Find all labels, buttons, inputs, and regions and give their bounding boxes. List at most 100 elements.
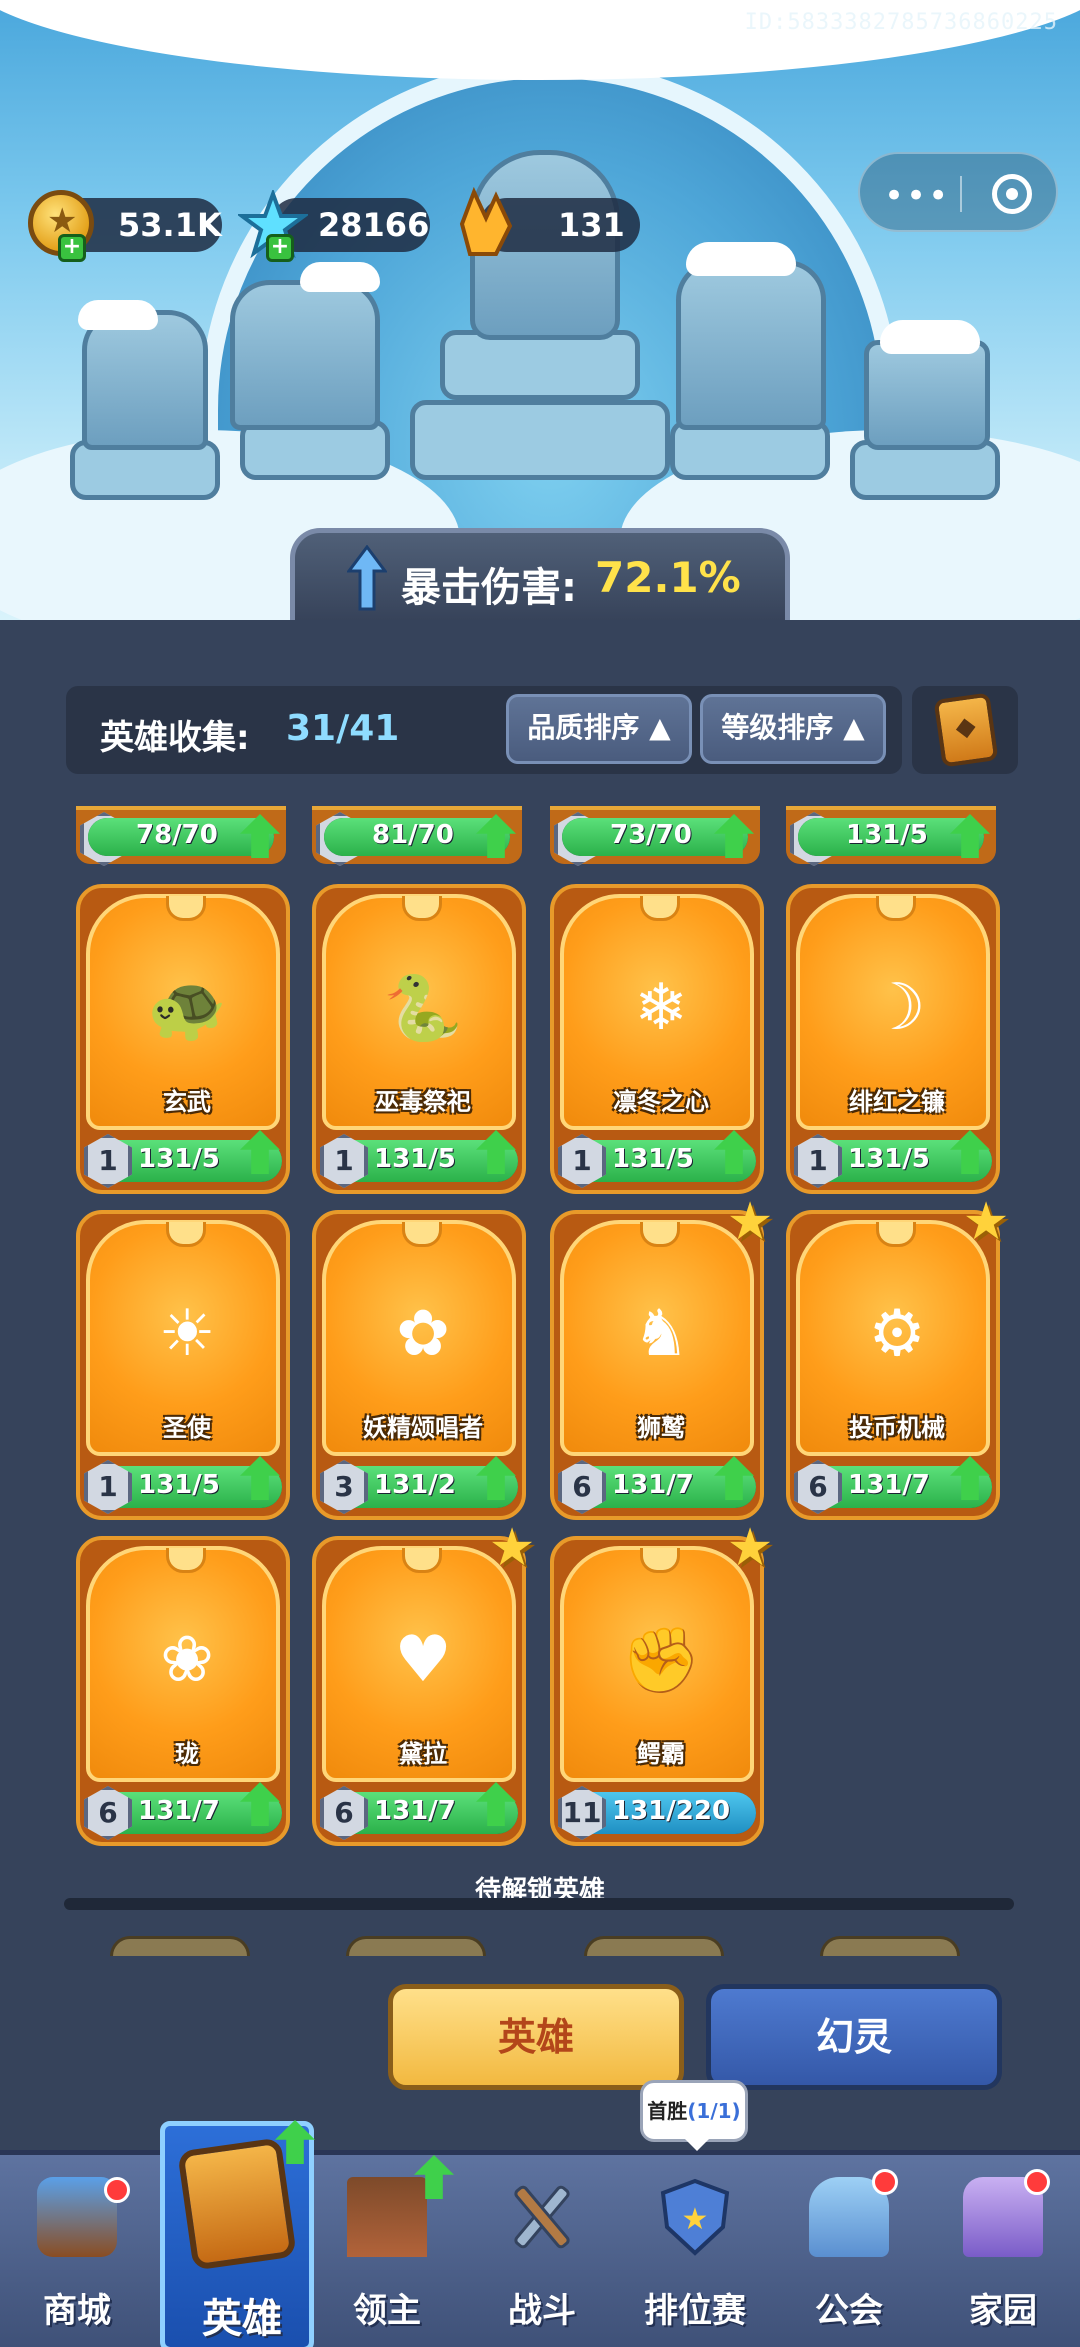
hero-art-icon: ❀	[160, 1623, 214, 1697]
notification-dot	[1024, 2169, 1050, 2195]
sort-quality-button[interactable]: 品质排序 ▲	[506, 694, 692, 764]
progress-text: 131/5	[138, 1470, 220, 1500]
locked-hero-card[interactable]	[346, 1936, 486, 1956]
hero-card[interactable]: ❀ 珑 131/7 6	[76, 1536, 290, 1846]
mini-program-capsule: •••	[858, 152, 1058, 232]
hero-card[interactable]: ✊ 鳄霸 131/220 11 ★	[550, 1520, 773, 1846]
first-win-tooltip: 首胜(1/1)	[640, 2080, 748, 2151]
add-gold-icon[interactable]: +	[58, 234, 86, 262]
nav-ranked[interactable]: ★ 排位赛	[618, 2155, 772, 2347]
hero-name: 凛冬之心	[613, 1088, 709, 1116]
star-icon: ★	[726, 1518, 774, 1578]
progress-text: 131/5	[846, 820, 928, 850]
progress-text: 131/220	[612, 1796, 731, 1826]
hero-tab-button[interactable]: 英雄	[388, 1984, 684, 2090]
progress-text: 78/70	[136, 820, 218, 850]
hero-card[interactable]: ✿ 妖精颂唱者 131/2 3	[312, 1210, 526, 1520]
crystal-value: 131	[558, 206, 625, 244]
svg-text:★: ★	[682, 2202, 709, 2237]
player-id: ID:5833382785736860225	[744, 10, 1058, 35]
hero-art-icon: ♞	[632, 1297, 690, 1371]
partial-hero-card[interactable]: 673/70	[550, 806, 760, 866]
hero-art-icon: ♥	[394, 1623, 452, 1697]
close-target-icon[interactable]	[992, 174, 1032, 214]
phantom-tab-button[interactable]: 幻灵	[706, 1984, 1002, 2090]
hero-card[interactable]: ⚙ 投币机械 131/7 6 ★	[786, 1194, 1009, 1520]
hero-card[interactable]: 🐍 巫毒祭祀 131/5 1	[312, 884, 526, 1194]
collection-count: 31/41	[286, 708, 400, 749]
partial-hero-card[interactable]: 1131/5	[786, 806, 996, 866]
star-icon: ★	[962, 1192, 1010, 1252]
snow-cap	[880, 320, 980, 354]
progress-text: 131/5	[138, 1144, 220, 1174]
snow-cap	[300, 262, 380, 292]
hero-card[interactable]: ☽ 绯红之镰 131/5 1	[786, 884, 1000, 1194]
card-icon	[933, 692, 999, 768]
notification-dot	[104, 2177, 130, 2203]
progress-text: 73/70	[610, 820, 692, 850]
nav-label: 战斗	[508, 2291, 576, 2331]
hero-portrait: ✊ 鳄霸	[560, 1546, 754, 1782]
nav-guild[interactable]: 公会	[772, 2155, 926, 2347]
hero-name: 黛拉	[399, 1740, 447, 1768]
nav-label: 领主	[353, 2291, 421, 2331]
nav-hero[interactable]: 英雄	[160, 2120, 315, 2347]
locked-hero-card[interactable]	[110, 1936, 250, 1956]
card-book-button[interactable]	[912, 686, 1018, 774]
hero-portrait: ♥ 黛拉	[322, 1546, 516, 1782]
hero-name: 巫毒祭祀	[375, 1088, 471, 1116]
hero-card[interactable]: ♞ 狮鹫 131/7 6 ★	[550, 1194, 773, 1520]
hero-card[interactable]: 🐢 玄武 131/5 1	[76, 884, 290, 1194]
hero-card[interactable]: ❄ 凛冬之心 131/5 1	[550, 884, 764, 1194]
progress-bar: 78/70	[88, 818, 274, 856]
more-options-icon[interactable]: •••	[884, 176, 950, 216]
progress-bar: 73/70	[562, 818, 748, 856]
partial-hero-card[interactable]: 678/70	[76, 806, 286, 866]
hero-portrait: ❄ 凛冬之心	[560, 894, 754, 1130]
pending-divider	[64, 1898, 1014, 1910]
nav-shop[interactable]: 商城	[0, 2155, 154, 2347]
snow-cap	[686, 242, 796, 276]
hero-card[interactable]: ♥ 黛拉 131/7 6 ★	[312, 1520, 535, 1846]
hero-name: 投币机械	[849, 1414, 945, 1442]
snow-cap	[78, 300, 158, 330]
locked-hero-card[interactable]	[584, 1936, 724, 1956]
hero-card-icon	[177, 2137, 297, 2271]
hero-card[interactable]: ☀ 圣使 131/5 1	[76, 1210, 290, 1520]
gem-value: 28166	[318, 206, 430, 244]
hero-art-icon: ❄	[634, 971, 688, 1045]
progress-bar: 131/5	[798, 818, 984, 856]
locked-hero-card[interactable]	[820, 1936, 960, 1956]
statue-pedestal	[440, 330, 640, 400]
partial-hero-card[interactable]: 681/70	[312, 806, 522, 866]
ice-cave-scene: ID:5833382785736860225 53.1K + 28166 + 1…	[0, 0, 1080, 620]
crit-damage-banner: 暴击伤害: 72.1%	[290, 528, 790, 620]
hero-portrait: 🐢 玄武	[86, 894, 280, 1130]
hero-name: 圣使	[163, 1414, 211, 1442]
nav-battle[interactable]: 战斗	[465, 2155, 619, 2347]
nav-label: 排位赛	[644, 2291, 746, 2331]
progress-text: 131/5	[848, 1144, 930, 1174]
hero-name: 珑	[175, 1740, 199, 1768]
hero-art-icon: ⚙	[868, 1297, 926, 1371]
hero-art-icon: 🐢	[147, 971, 227, 1046]
nav-home[interactable]: 家园	[926, 2155, 1080, 2347]
hero-portrait: ✿ 妖精颂唱者	[322, 1220, 516, 1456]
add-gem-icon[interactable]: +	[266, 234, 294, 262]
star-icon: ★	[488, 1518, 536, 1578]
notification-dot	[872, 2169, 898, 2195]
ranked-shield-icon: ★	[655, 2177, 735, 2257]
statue-wolf	[230, 280, 380, 430]
hero-art-icon: ✊	[621, 1623, 701, 1698]
hero-art-icon: ☀	[158, 1297, 216, 1371]
lord-banner-icon	[347, 2177, 427, 2257]
hero-portrait: ☀ 圣使	[86, 1220, 280, 1456]
sort-level-button[interactable]: 等级排序 ▲	[700, 694, 886, 764]
crossed-weapons-icon	[502, 2177, 582, 2257]
hero-portrait: ☽ 绯红之镰	[796, 894, 990, 1130]
progress-text: 131/7	[374, 1796, 456, 1826]
crit-value: 72.1%	[595, 553, 741, 602]
nav-label: 商城	[43, 2291, 111, 2331]
progress-text: 81/70	[372, 820, 454, 850]
nav-lord[interactable]: 领主	[310, 2155, 464, 2347]
